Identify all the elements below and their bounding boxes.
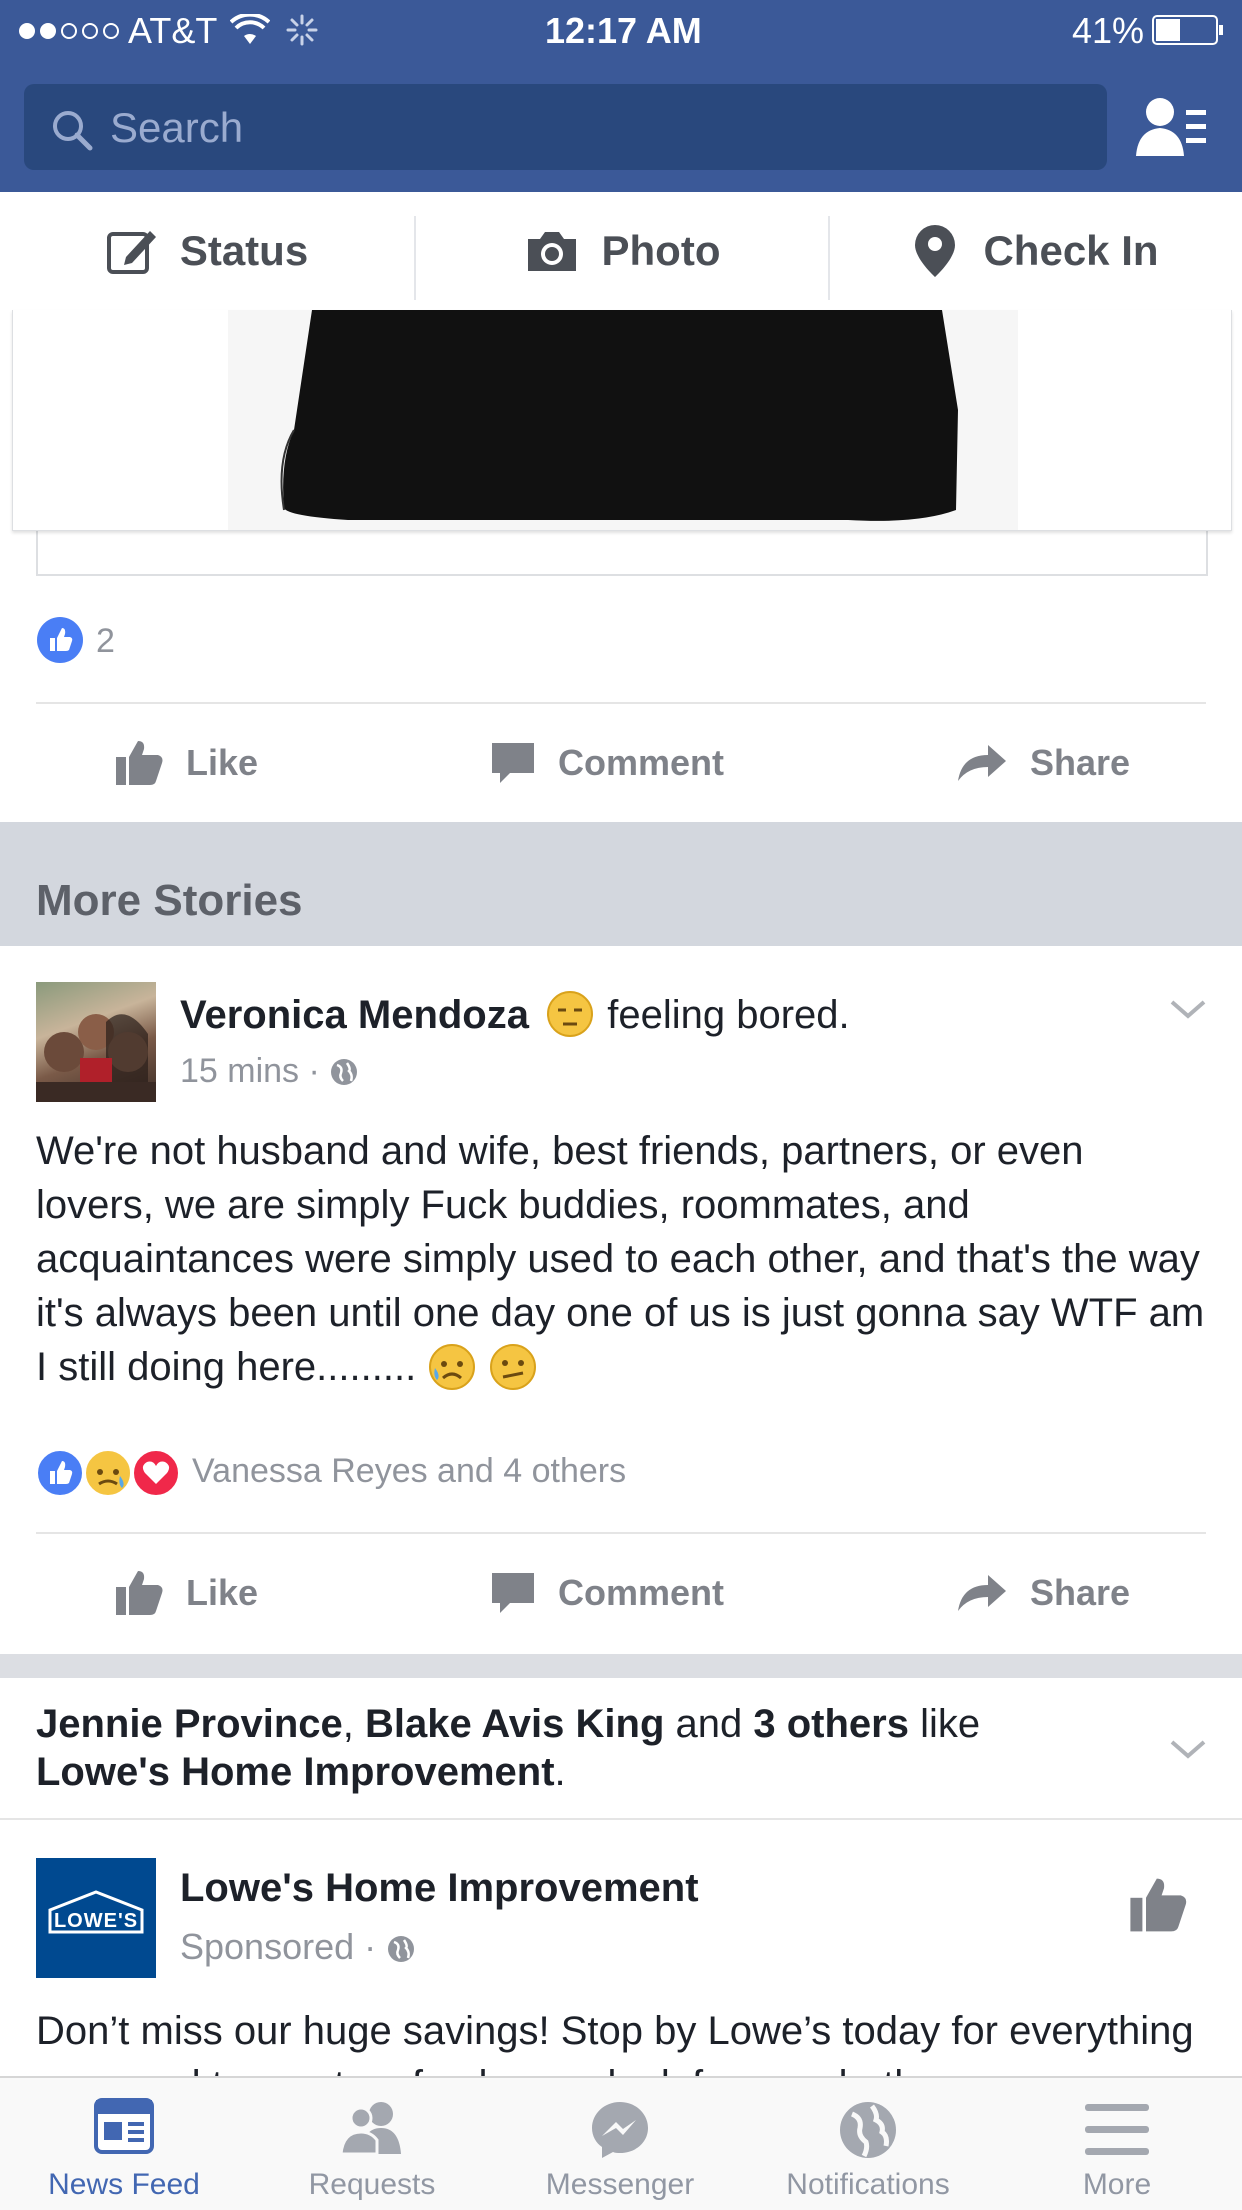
battery-icon bbox=[1152, 14, 1226, 51]
period: . bbox=[554, 1750, 566, 1794]
comment-icon bbox=[492, 1573, 534, 1613]
like-count[interactable]: 2 bbox=[96, 622, 115, 661]
check-in-button[interactable]: Check In bbox=[830, 192, 1242, 310]
section-title: More Stories bbox=[36, 876, 303, 925]
post-options-chevron-icon[interactable] bbox=[1168, 1738, 1208, 1767]
author-name[interactable]: Veronica Mendoza bbox=[180, 993, 529, 1037]
bored-face-icon bbox=[547, 991, 594, 1037]
like-button[interactable]: Like bbox=[114, 703, 258, 823]
tab-label: Messenger bbox=[545, 2168, 695, 2201]
tab-label: Notifications bbox=[786, 2168, 950, 2201]
globe-icon bbox=[388, 1936, 415, 1962]
comment-button[interactable]: Comment bbox=[490, 703, 724, 823]
post-meta: Sponsored · bbox=[180, 1926, 416, 1968]
menu-icon bbox=[1085, 2104, 1149, 2155]
wifi-icon bbox=[229, 12, 271, 51]
friend-requests-icon bbox=[339, 2102, 401, 2156]
post-body: We're not husband and wife, best friends… bbox=[36, 1124, 1206, 1394]
tab-more[interactable]: More bbox=[992, 2076, 1242, 2208]
like-reaction-icon bbox=[36, 616, 84, 669]
share-label: Share bbox=[1030, 742, 1131, 783]
status-label: Status bbox=[179, 227, 309, 274]
activity-spinner-icon bbox=[286, 14, 318, 51]
photo-button[interactable]: Photo bbox=[416, 192, 828, 310]
tab-requests[interactable]: Requests bbox=[248, 2076, 496, 2208]
carrier-label: AT&T bbox=[128, 10, 218, 51]
friend-list-icon[interactable] bbox=[1136, 96, 1208, 163]
status-button[interactable]: Status bbox=[0, 192, 414, 310]
post-header: Veronica Mendoza feeling bored. bbox=[180, 990, 850, 1038]
comment-label: Comment bbox=[558, 1572, 725, 1613]
like-label: Like bbox=[186, 742, 259, 783]
clock: 12:17 AM bbox=[545, 10, 702, 51]
photo-label: Photo bbox=[601, 227, 721, 274]
confused-face-icon bbox=[490, 1344, 537, 1390]
separator-dot: · bbox=[364, 1926, 377, 1967]
comment-label: Comment bbox=[558, 742, 725, 783]
post-meta: 15 mins · bbox=[180, 1052, 359, 1091]
battery-percent: 41% bbox=[1072, 10, 1145, 51]
post-time[interactable]: 15 mins bbox=[180, 1052, 299, 1090]
tab-label: News Feed bbox=[48, 2168, 200, 2201]
like-verb: like bbox=[908, 1702, 981, 1746]
post-text: We're not husband and wife, best friends… bbox=[36, 1129, 1205, 1389]
messenger-icon bbox=[592, 2102, 648, 2158]
search-placeholder: Search bbox=[110, 104, 244, 151]
logo-text: LOWE'S bbox=[53, 1910, 139, 1932]
comment-button[interactable]: Comment bbox=[490, 1533, 724, 1653]
camera-icon bbox=[527, 232, 576, 271]
tshirt-image bbox=[228, 310, 1018, 530]
page-name[interactable]: Lowe's Home Improvement bbox=[180, 1866, 699, 1911]
page-link[interactable]: Lowe's Home Improvement bbox=[36, 1750, 555, 1794]
sad-sweat-face-icon bbox=[429, 1344, 476, 1390]
edit-icon bbox=[106, 231, 156, 274]
like-button[interactable]: Like bbox=[114, 1533, 258, 1653]
conjunction: and bbox=[664, 1702, 754, 1746]
friend-name[interactable]: Blake Avis King bbox=[365, 1702, 664, 1746]
comment-icon bbox=[492, 743, 534, 783]
avatar[interactable] bbox=[36, 982, 156, 1102]
search-icon bbox=[50, 108, 94, 157]
signal-icon bbox=[18, 20, 128, 47]
news-feed-icon bbox=[94, 2098, 154, 2154]
tab-label: Requests bbox=[308, 2168, 436, 2201]
share-button[interactable]: Share bbox=[956, 703, 1130, 823]
thumbs-up-icon bbox=[116, 1571, 163, 1615]
feeling-text: feeling bored. bbox=[607, 993, 850, 1037]
tab-messenger[interactable]: Messenger bbox=[496, 2076, 744, 2208]
post-options-chevron-icon[interactable] bbox=[1168, 998, 1208, 1027]
globe-icon bbox=[840, 2102, 896, 2158]
divider bbox=[0, 1818, 1242, 1820]
globe-icon bbox=[331, 1059, 358, 1085]
lowes-logo[interactable]: LOWE'S bbox=[36, 1858, 156, 1978]
tab-label: More bbox=[1082, 2168, 1152, 2201]
thumbs-up-icon bbox=[116, 741, 163, 785]
check-in-label: Check In bbox=[983, 227, 1159, 274]
thumbs-up-icon bbox=[1130, 1878, 1187, 1932]
separator-dot: · bbox=[308, 1052, 320, 1090]
sad-reaction-icon bbox=[84, 1449, 132, 1497]
reactions-summary[interactable] bbox=[36, 1448, 186, 1498]
friend-name[interactable]: Jennie Province bbox=[36, 1702, 343, 1746]
reactions-text[interactable]: Vanessa Reyes and 4 others bbox=[192, 1452, 626, 1491]
separator: , bbox=[342, 1702, 366, 1746]
share-icon bbox=[958, 1575, 1006, 1611]
share-icon bbox=[958, 745, 1006, 781]
location-pin-icon bbox=[915, 225, 956, 277]
share-button[interactable]: Share bbox=[956, 1533, 1130, 1653]
tab-news-feed[interactable]: News Feed bbox=[0, 2076, 248, 2208]
share-label: Share bbox=[1030, 1572, 1131, 1613]
sponsored-label[interactable]: Sponsored bbox=[180, 1926, 354, 1967]
tab-notifications[interactable]: Notifications bbox=[744, 2076, 992, 2208]
like-label: Like bbox=[186, 1572, 259, 1613]
social-context: Jennie Province, Blake Avis King and 3 o… bbox=[36, 1700, 1136, 1796]
like-page-button[interactable] bbox=[1128, 1876, 1188, 1939]
others-link[interactable]: 3 others bbox=[753, 1702, 909, 1746]
